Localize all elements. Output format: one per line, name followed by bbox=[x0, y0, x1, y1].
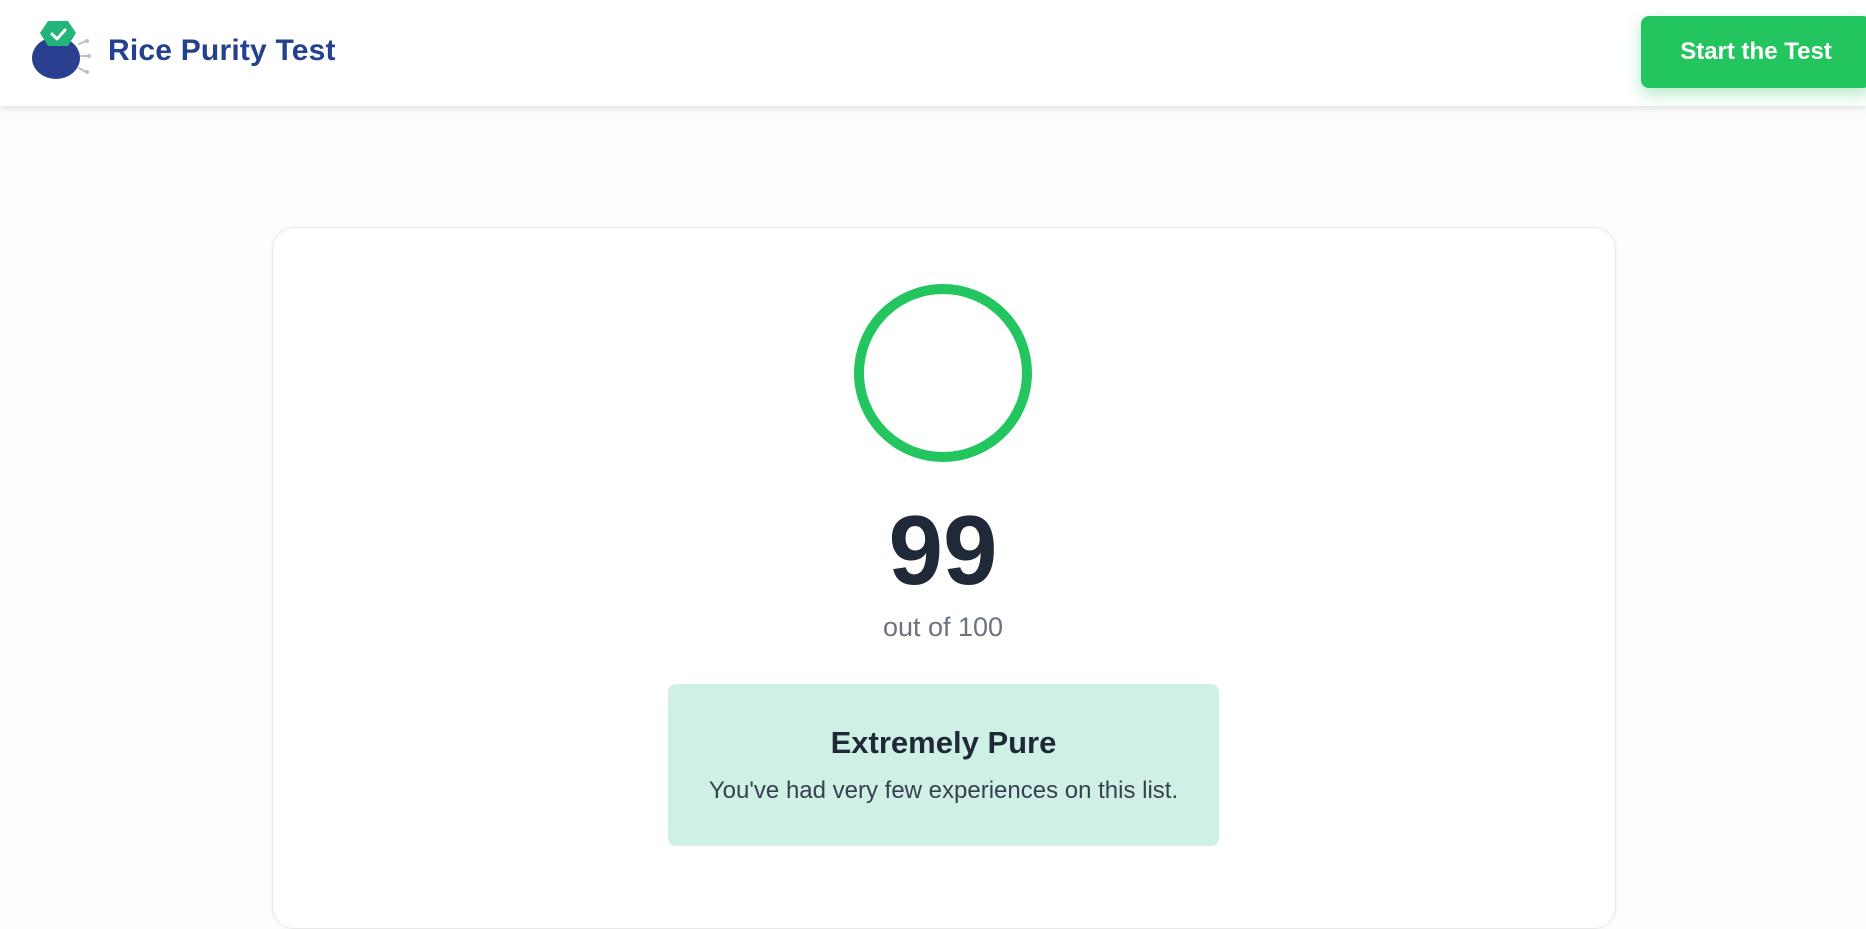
score-value: 99 bbox=[888, 495, 998, 605]
site-title[interactable]: Rice Purity Test bbox=[108, 34, 336, 68]
score-ring bbox=[854, 284, 1032, 462]
start-test-button[interactable]: Start the Test bbox=[1641, 16, 1866, 88]
result-category-box: Extremely Pure You've had very few exper… bbox=[668, 684, 1219, 846]
rice-bowl-check-icon[interactable] bbox=[28, 18, 92, 82]
site-header: Rice Purity Test Start the Test bbox=[0, 0, 1866, 106]
result-category-title: Extremely Pure bbox=[830, 725, 1057, 760]
score-max-label: out of 100 bbox=[882, 612, 1004, 642]
result-category-description: You've had very few experiences on this … bbox=[708, 777, 1179, 804]
